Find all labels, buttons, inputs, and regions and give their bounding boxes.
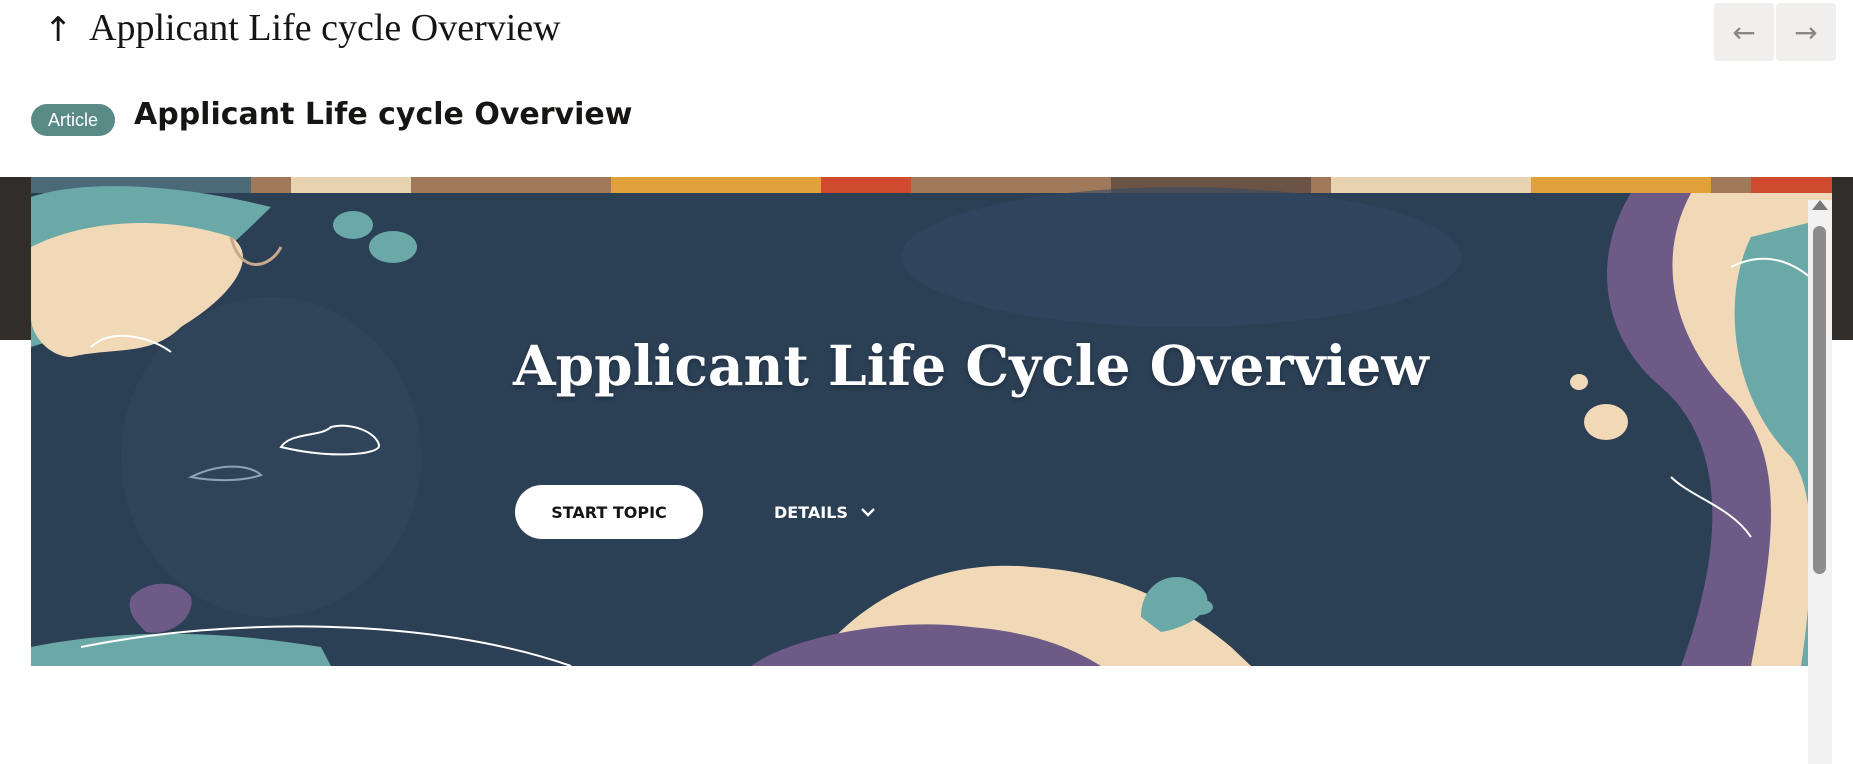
scroll-up-arrow-icon[interactable]: [1812, 200, 1828, 210]
item-title: Applicant Life cycle Overview: [134, 97, 633, 132]
nav-buttons: ← →: [1714, 3, 1836, 61]
scrollbar[interactable]: [1808, 200, 1832, 764]
header-title: Applicant Life cycle Overview: [89, 7, 561, 49]
next-button[interactable]: →: [1776, 3, 1836, 61]
previous-button[interactable]: ←: [1714, 3, 1774, 61]
start-topic-label: START TOPIC: [551, 502, 667, 522]
chevron-down-icon: [860, 503, 876, 522]
scrollbar-thumb[interactable]: [1813, 226, 1826, 574]
up-arrow-icon[interactable]: ↑: [44, 8, 73, 52]
arrow-right-icon: →: [1794, 15, 1818, 49]
start-topic-button[interactable]: START TOPIC: [515, 485, 703, 539]
details-toggle[interactable]: DETAILS: [774, 495, 876, 529]
top-header: ↑ Applicant Life cycle Overview ← →: [0, 0, 1853, 70]
hero-title: Applicant Life Cycle Overview: [513, 333, 1429, 398]
hero-banner: Applicant Life Cycle Overview START TOPI…: [31, 177, 1832, 666]
details-label: DETAILS: [774, 502, 848, 522]
arrow-left-icon: ←: [1732, 15, 1756, 49]
hero-illustration: [31, 177, 1832, 666]
content-type-badge: Article: [31, 104, 115, 136]
